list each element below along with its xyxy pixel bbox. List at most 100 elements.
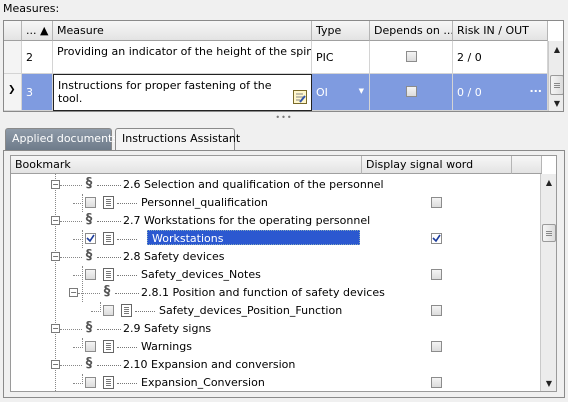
col-type-label: Type (316, 24, 342, 37)
section-icon: § (85, 176, 93, 191)
measures-grid[interactable]: ... ▲ Measure Type Depends on ... Risk I… (3, 20, 564, 112)
measure-text: Instructions for proper fastening of the… (58, 79, 272, 105)
table-cell-depends[interactable] (370, 41, 453, 74)
tab-applied-documents[interactable]: Applied documents (5, 128, 118, 150)
tab-instructions-assistant[interactable]: Instructions Assistant (115, 128, 240, 151)
collapse-toggle-icon[interactable]: − (51, 324, 60, 333)
bookmark-checkbox[interactable] (85, 197, 96, 208)
bookmark-tree[interactable]: Bookmark Display signal word − § 2.6 Sel… (10, 155, 557, 392)
document-icon (103, 196, 114, 209)
depends-checkbox[interactable] (405, 51, 417, 62)
tree-connector (60, 257, 82, 258)
tree-scrollbar[interactable]: ▲ ▼ (540, 174, 556, 391)
col-header-number[interactable]: ... ▲ (22, 21, 53, 41)
col-header-measure[interactable]: Measure (53, 21, 312, 41)
dropdown-arrow-icon[interactable]: ▼ (359, 87, 364, 95)
type-dropdown[interactable]: OI ▼ (312, 74, 370, 111)
tree-node-label: 2.6 Selection and qualification of the p… (123, 178, 384, 191)
table-cell-number[interactable]: 2 (22, 41, 53, 74)
bookmark-checkbox[interactable] (103, 305, 114, 316)
tree-dots (135, 311, 155, 312)
table-cell-number[interactable]: 3 (22, 74, 53, 111)
tree-connector (60, 185, 82, 186)
scroll-down-arrow[interactable]: ▼ (549, 95, 563, 111)
risk-more-button[interactable]: ... (529, 82, 542, 95)
tree-connector (60, 365, 82, 366)
signal-word-header-label: Display signal word (366, 158, 474, 171)
table-cell-depends[interactable] (370, 74, 453, 111)
tree-node-label: Personnel_qualification (141, 196, 268, 209)
tree-node-label: Safety_devices_Notes (141, 268, 261, 281)
tree-row[interactable]: Safety_devices_Notes (11, 266, 541, 302)
scroll-up-arrow[interactable]: ▲ (549, 41, 563, 57)
current-row-indicator[interactable]: ❯ (4, 74, 22, 111)
bookmark-checkbox[interactable] (85, 341, 96, 352)
tree-row[interactable]: − § 2.8.1 Position and function of safet… (11, 284, 541, 302)
tree-dots (117, 239, 137, 240)
row-indicator-header (4, 21, 22, 41)
scroll-thumb[interactable] (550, 75, 563, 95)
tree-node-label: 2.10 Expansion and conversion (123, 358, 296, 371)
tree-row[interactable]: − § 2.7 Workstations for the operating p… (11, 212, 541, 230)
tree-connector (78, 293, 100, 294)
collapse-toggle-icon[interactable]: − (51, 180, 60, 189)
col-header-type[interactable]: Type (312, 21, 370, 41)
bookmark-checkbox[interactable] (85, 269, 96, 280)
col-header-filler (512, 156, 542, 174)
grid-scrollbar[interactable]: ▲ ▼ (548, 41, 563, 111)
row-indicator[interactable] (4, 41, 22, 74)
collapse-toggle-icon[interactable]: − (51, 252, 60, 261)
collapse-toggle-icon[interactable]: − (51, 216, 60, 225)
depends-checkbox[interactable] (405, 86, 417, 97)
table-cell-risk[interactable]: 2 / 0 (453, 41, 548, 74)
table-cell-risk[interactable]: 0 / 0... (453, 74, 548, 111)
tree-row[interactable]: − § 2.9 Safety signs (11, 320, 541, 338)
tree-node-label: 2.7 Workstations for the operating perso… (123, 214, 371, 227)
bookmark-checkbox-checked[interactable] (85, 233, 96, 244)
col-header-risk[interactable]: Risk IN / OUT (453, 21, 548, 41)
table-cell-type[interactable]: PIC (312, 41, 370, 74)
signal-word-checkbox-checked[interactable] (431, 233, 442, 244)
document-icon (103, 340, 114, 353)
tree-row[interactable]: Safety_devices_Position_Function (11, 302, 541, 320)
tree-dots (97, 257, 121, 258)
edit-note-icon[interactable] (293, 90, 307, 104)
tree-connector (73, 275, 83, 276)
tree-row[interactable]: − § 2.6 Selection and qualification of t… (11, 176, 541, 194)
scroll-thumb[interactable] (542, 224, 556, 242)
col-header-signal-word[interactable]: Display signal word (362, 156, 512, 174)
col-measure-label: Measure (57, 24, 104, 37)
tree-connector (60, 329, 82, 330)
tree-row[interactable]: − § 2.10 Expansion and conversion (11, 356, 541, 374)
tree-row-selected[interactable]: Workstations (11, 230, 541, 248)
tree-row[interactable]: − § 2.8 Safety devices (11, 248, 541, 266)
col-header-depends[interactable]: Depends on ... (370, 21, 453, 41)
tree-connector (60, 221, 82, 222)
tree-dots (97, 329, 121, 330)
row-pointer-icon: ❯ (8, 85, 16, 95)
tree-node-label: 2.8.1 Position and function of safety de… (141, 286, 385, 299)
tree-row[interactable]: Warnings (11, 338, 541, 356)
section-icon: § (85, 248, 93, 263)
panel-splitter[interactable]: ••• (0, 114, 568, 122)
tree-node-label: Workstations (152, 232, 224, 245)
collapse-toggle-icon[interactable]: − (51, 360, 60, 369)
signal-word-checkbox[interactable] (431, 377, 442, 388)
signal-word-checkbox[interactable] (431, 341, 442, 352)
collapse-toggle-icon[interactable]: − (69, 288, 78, 297)
table-cell-measure-editing[interactable]: Instructions for proper fastening of the… (53, 74, 312, 111)
signal-word-checkbox[interactable] (431, 305, 442, 316)
signal-word-checkbox[interactable] (431, 197, 442, 208)
bookmark-checkbox[interactable] (85, 377, 96, 388)
tree-dots (97, 365, 121, 366)
col-depends-label: Depends on ... (374, 24, 453, 37)
scroll-up-arrow[interactable]: ▲ (541, 174, 556, 190)
scroll-down-arrow[interactable]: ▼ (541, 375, 556, 391)
table-cell-measure[interactable]: Providing an indicator of the height of … (53, 41, 312, 74)
signal-word-checkbox[interactable] (431, 269, 442, 280)
tree-row[interactable]: Personnel_qualification (11, 194, 541, 212)
tree-dots (97, 221, 121, 222)
tree-row[interactable]: Expansion_Conversion (11, 374, 541, 391)
col-header-bookmark[interactable]: Bookmark (11, 156, 362, 174)
selected-node-highlight[interactable]: Workstations (147, 230, 360, 245)
